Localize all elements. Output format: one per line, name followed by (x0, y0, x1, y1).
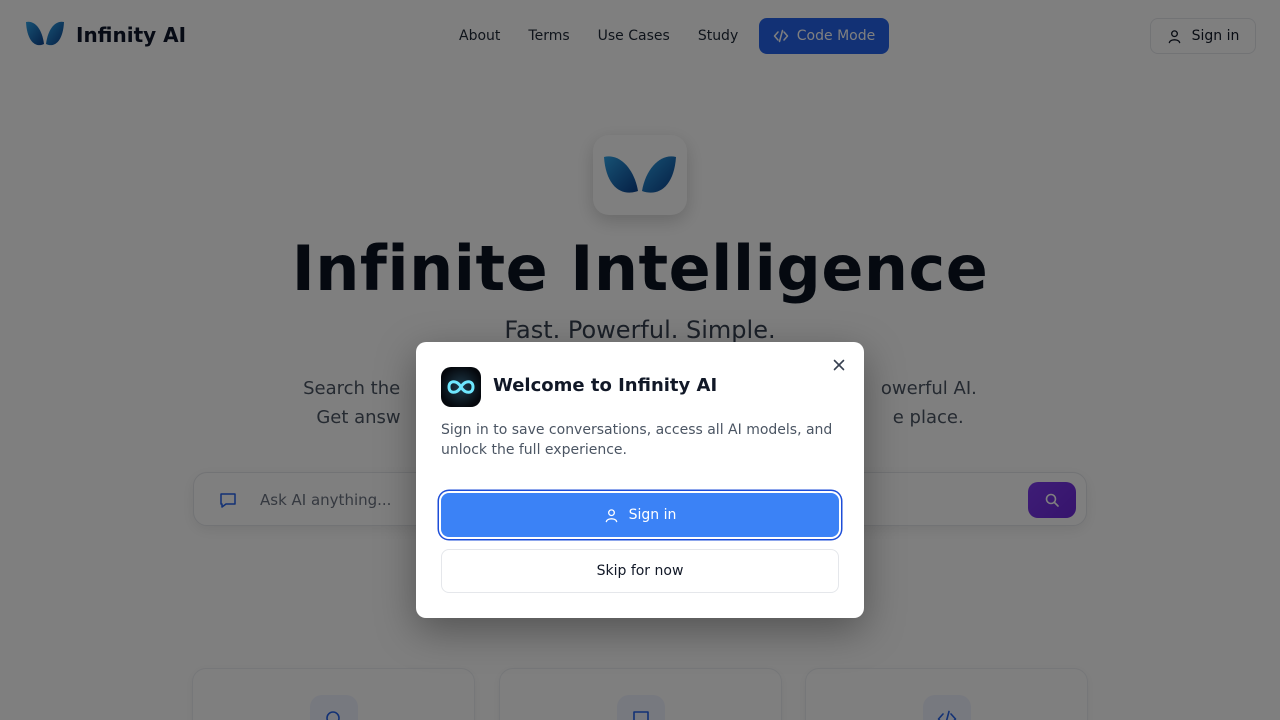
infinity-icon (447, 380, 475, 394)
skip-button[interactable]: Skip for now (441, 549, 839, 593)
close-button[interactable] (831, 357, 847, 373)
user-icon (605, 508, 617, 522)
welcome-dialog: Welcome to Infinity AI Sign in to save c… (416, 342, 864, 618)
dialog-description: Sign in to save conversations, access al… (441, 422, 833, 458)
sign-in-label: Sign in (628, 507, 677, 523)
modal-logo (441, 367, 481, 407)
sign-in-button[interactable]: Sign in (441, 493, 839, 537)
dialog-title: Welcome to Infinity AI (493, 375, 718, 396)
close-icon (833, 359, 845, 371)
page: Infinity AI About Terms Use Cases Study … (0, 0, 1280, 720)
